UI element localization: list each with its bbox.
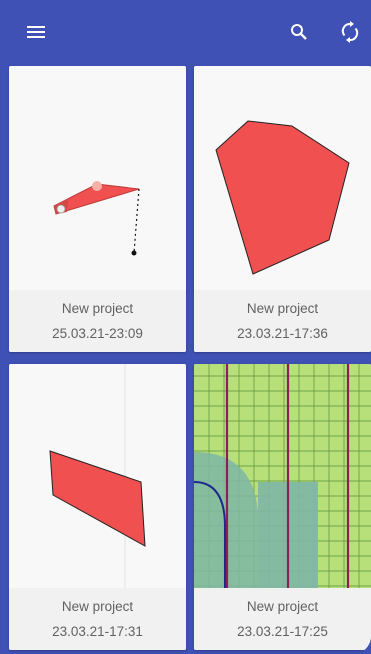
project-grid: New project 25.03.21-23:09 New project 2… <box>9 66 371 654</box>
project-thumbnail <box>9 364 186 588</box>
project-date: 23.03.21-17:31 <box>52 624 143 639</box>
project-card[interactable]: New project 23.03.21-17:36 <box>194 66 371 352</box>
project-name: New project <box>61 599 134 614</box>
app-window: New project 25.03.21-23:09 New project 2… <box>0 0 371 654</box>
project-name: New project <box>246 301 319 316</box>
project-card[interactable]: New project 25.03.21-23:09 <box>9 66 186 352</box>
search-button[interactable] <box>285 18 313 46</box>
menu-button[interactable] <box>22 18 50 46</box>
project-date: 25.03.21-23:09 <box>52 326 143 341</box>
project-card[interactable]: New project 23.03.21-17:31 <box>9 364 186 650</box>
app-bar <box>0 0 371 64</box>
project-card[interactable]: New project 23.03.21-17:25 <box>194 364 371 650</box>
project-date: 23.03.21-17:25 <box>237 624 328 639</box>
search-icon <box>291 24 307 40</box>
project-thumbnail <box>194 364 371 588</box>
project-thumbnail <box>194 66 371 290</box>
project-caption: New project 23.03.21-17:25 <box>194 588 371 650</box>
menu-icon <box>27 26 45 38</box>
sync-button[interactable] <box>336 18 364 46</box>
project-date: 23.03.21-17:36 <box>237 326 328 341</box>
project-caption: New project 25.03.21-23:09 <box>9 290 186 352</box>
project-caption: New project 23.03.21-17:36 <box>194 290 371 352</box>
project-thumbnail <box>9 66 186 290</box>
project-caption: New project 23.03.21-17:31 <box>9 588 186 650</box>
project-name: New project <box>246 599 319 614</box>
project-name: New project <box>61 301 134 316</box>
sync-icon <box>341 21 359 43</box>
